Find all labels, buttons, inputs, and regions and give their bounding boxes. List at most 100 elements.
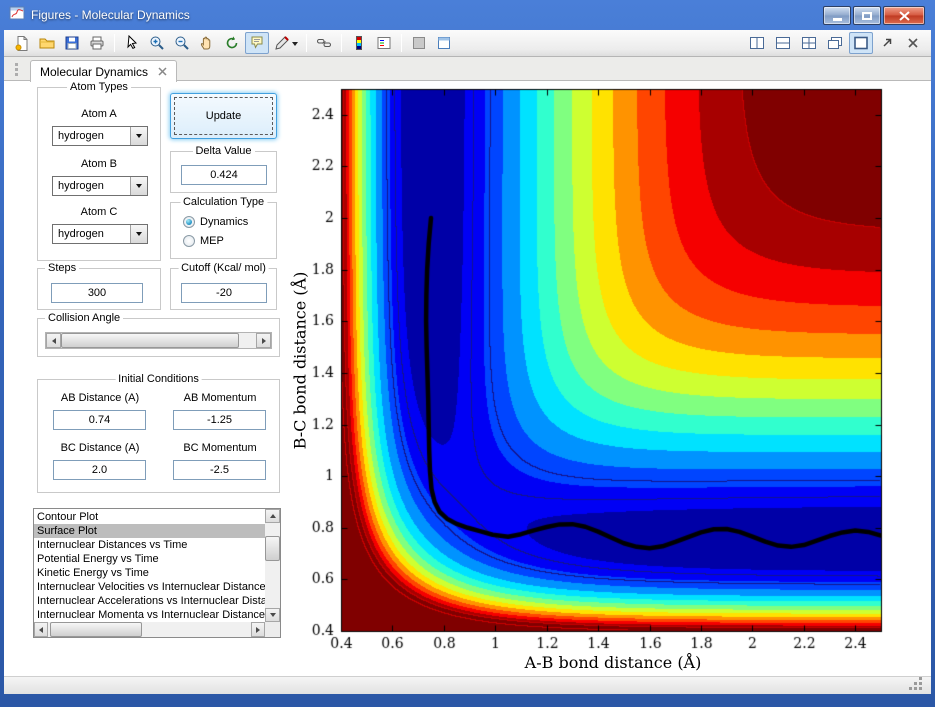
tab-molecular-dynamics[interactable]: Molecular Dynamics — [30, 60, 178, 82]
calculation-type-group: Calculation Type Dynamics MEP — [170, 196, 277, 259]
list-item[interactable]: Internuclear Distances vs Time — [34, 538, 265, 552]
plot-type-listbox[interactable]: Contour Plot Surface Plot Internuclear D… — [33, 508, 281, 638]
update-button[interactable]: Update — [170, 93, 277, 139]
slider-right-arrow[interactable] — [256, 333, 271, 348]
open-file-button[interactable] — [35, 32, 59, 54]
pan-button[interactable] — [195, 32, 219, 54]
ab-distance-field[interactable] — [53, 410, 146, 430]
window-title: Figures - Molecular Dynamics — [31, 8, 190, 22]
rotate-3d-button[interactable] — [220, 32, 244, 54]
slider-thumb[interactable] — [61, 333, 239, 348]
delta-value-group: Delta Value — [170, 145, 277, 193]
bc-distance-field[interactable] — [53, 460, 146, 480]
dropdown-arrow-icon[interactable] — [130, 127, 147, 145]
scroll-up-arrow[interactable] — [265, 509, 280, 523]
toolbar-separator — [306, 34, 307, 52]
undock-button[interactable] — [875, 32, 899, 54]
collision-angle-slider[interactable] — [45, 332, 272, 349]
cascade-windows-button[interactable] — [823, 32, 847, 54]
single-window-button[interactable] — [849, 32, 873, 54]
link-plot-button[interactable] — [312, 32, 336, 54]
toolbar — [4, 30, 931, 57]
tile-horizontal-button[interactable] — [771, 32, 795, 54]
toolbar-separator — [401, 34, 402, 52]
collision-angle-group: Collision Angle — [37, 312, 280, 357]
close-panel-button[interactable] — [901, 32, 925, 54]
contour-plot-canvas[interactable] — [286, 81, 930, 675]
new-figure-button[interactable] — [10, 32, 34, 54]
zoom-in-button[interactable] — [145, 32, 169, 54]
brush-data-button[interactable] — [270, 32, 301, 54]
calculation-type-legend: Calculation Type — [179, 196, 268, 209]
x-axis-title: A-B bond distance (Å) — [524, 653, 702, 672]
data-cursor-button[interactable] — [245, 32, 269, 54]
print-figure-button[interactable] — [85, 32, 109, 54]
list-item[interactable]: Potential Energy vs Time — [34, 552, 265, 566]
list-item[interactable]: Contour Plot — [34, 510, 265, 524]
save-figure-button[interactable] — [60, 32, 84, 54]
atom-a-label: Atom A — [81, 108, 117, 120]
zoom-out-button[interactable] — [170, 32, 194, 54]
steps-field[interactable] — [51, 283, 143, 303]
insert-legend-button[interactable] — [372, 32, 396, 54]
radio-icon — [183, 216, 195, 228]
slider-left-arrow[interactable] — [46, 333, 61, 348]
list-item[interactable]: Internuclear Momenta vs Internuclear Dis… — [34, 608, 265, 622]
scroll-right-arrow[interactable] — [251, 622, 265, 637]
window-icon — [9, 5, 25, 26]
list-item[interactable]: Internuclear Accelerations vs Internucle… — [34, 594, 265, 608]
cutoff-legend: Cutoff (Kcal/ mol) — [178, 262, 269, 275]
radio-icon — [183, 235, 195, 247]
steps-legend: Steps — [45, 262, 80, 275]
bc-momentum-field[interactable] — [173, 460, 266, 480]
listbox-items: Contour Plot Surface Plot Internuclear D… — [34, 509, 265, 622]
tab-close-icon[interactable] — [158, 67, 167, 76]
ab-momentum-label: AB Momentum — [183, 392, 257, 404]
dropdown-arrow-icon[interactable] — [130, 177, 147, 195]
atom-b-label: Atom B — [80, 158, 118, 170]
listbox-vertical-scrollbar[interactable] — [265, 509, 280, 622]
hide-plot-tools-button[interactable] — [407, 32, 431, 54]
close-icon — [898, 10, 910, 21]
ab-distance-label: AB Distance (A) — [60, 392, 140, 404]
radio-mep[interactable]: MEP — [183, 235, 224, 247]
list-item[interactable]: Internuclear Velocities vs Internuclear … — [34, 580, 265, 594]
radio-dynamics[interactable]: Dynamics — [183, 216, 248, 228]
tile-grid-button[interactable] — [797, 32, 821, 54]
dropdown-arrow-icon[interactable] — [130, 225, 147, 243]
ab-momentum-field[interactable] — [173, 410, 266, 430]
initial-conditions-group: Initial Conditions AB Distance (A) AB Mo… — [37, 373, 280, 493]
bc-distance-label: BC Distance (A) — [60, 442, 140, 454]
atom-a-select[interactable]: hydrogen — [52, 126, 148, 146]
titlebar[interactable]: Figures - Molecular Dynamics — [0, 0, 935, 30]
figure-area: Atom Types Atom A hydrogen Atom B hydrog… — [4, 81, 931, 676]
collision-angle-legend: Collision Angle — [45, 312, 124, 325]
edit-plot-button[interactable] — [120, 32, 144, 54]
maximize-button[interactable] — [853, 6, 881, 25]
resize-grip[interactable] — [919, 687, 922, 690]
atom-c-select[interactable]: hydrogen — [52, 224, 148, 244]
vertical-scroll-thumb[interactable] — [265, 536, 280, 561]
delta-value-field[interactable] — [181, 165, 267, 185]
plot-browser-button[interactable] — [432, 32, 456, 54]
brush-dropdown-icon[interactable] — [291, 42, 298, 49]
close-button[interactable] — [883, 6, 925, 25]
scroll-down-arrow[interactable] — [265, 608, 280, 622]
atom-b-select[interactable]: hydrogen — [52, 176, 148, 196]
scroll-left-arrow[interactable] — [34, 622, 48, 637]
toolbar-separator — [341, 34, 342, 52]
listbox-horizontal-scrollbar[interactable] — [34, 622, 265, 637]
maximize-icon — [862, 11, 872, 20]
bc-momentum-label: BC Momentum — [183, 442, 257, 454]
minimize-button[interactable] — [823, 6, 851, 25]
horizontal-scroll-thumb[interactable] — [50, 622, 142, 637]
tile-vertical-button[interactable] — [745, 32, 769, 54]
insert-colorbar-button[interactable] — [347, 32, 371, 54]
cutoff-field[interactable] — [181, 283, 267, 303]
list-item[interactable]: Kinetic Energy vs Time — [34, 566, 265, 580]
tabbar-grip[interactable] — [15, 63, 18, 66]
atom-types-legend: Atom Types — [67, 81, 131, 94]
y-axis-title: B-C bond distance (Å) — [290, 271, 310, 450]
tab-label: Molecular Dynamics — [40, 64, 149, 79]
list-item[interactable]: Surface Plot — [34, 524, 265, 538]
